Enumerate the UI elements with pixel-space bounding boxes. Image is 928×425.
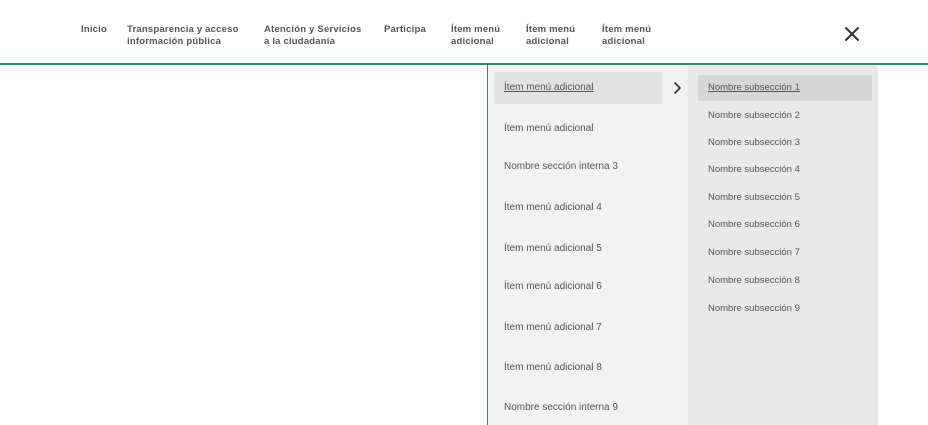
menu-item[interactable]: Ítem menú adicional 5 <box>494 233 662 265</box>
submenu-item[interactable]: Nombre subsección 6 <box>698 212 872 238</box>
submenu-item[interactable]: Nombre subsección 9 <box>698 296 872 322</box>
close-menu-button[interactable] <box>838 20 866 48</box>
menu-column-secondary: Nombre subsección 1 Nombre subsección 2 … <box>688 65 878 425</box>
submenu-item-label: Nombre subsección 1 <box>708 82 800 93</box>
nav-item-label-line1: Ítem menú <box>526 24 576 35</box>
nav-item-label-line2: adicional <box>526 36 569 47</box>
nav-item-label-line2: a la ciudadanía <box>264 36 336 47</box>
nav-item-label-line1: Transparencia y acceso <box>127 24 239 35</box>
submenu-item[interactable]: Nombre subsección 8 <box>698 268 872 294</box>
submenu-item-label: Nombre subsección 7 <box>708 247 800 258</box>
menu-item-label: Ítem menú adicional 8 <box>504 362 602 373</box>
menu-item[interactable]: Ítem menú adicional 8 <box>494 352 662 384</box>
menu-item[interactable]: Ítem menú adicional 4 <box>494 192 662 224</box>
menu-item[interactable]: Nombre sección interna 3 <box>494 151 662 183</box>
submenu-item[interactable]: Nombre subsección 5 <box>698 185 872 211</box>
menu-item[interactable]: Ítem menú adicional <box>494 113 662 145</box>
menu-item-label: Ítem menú adicional <box>504 82 594 93</box>
nav-item-label-line2: adicional <box>451 36 494 47</box>
menu-item-label: Ítem menú adicional <box>504 123 594 134</box>
nav-item-label-line1: Inicio <box>81 24 108 35</box>
menu-item-label: Nombre sección interna 3 <box>504 161 618 172</box>
nav-item-participa[interactable]: Participa <box>384 24 426 36</box>
menu-item-label: Ítem menú adicional 6 <box>504 281 602 292</box>
nav-item-label-line1: Participa <box>384 24 426 35</box>
close-icon <box>845 27 859 41</box>
submenu-item-label: Nombre subsección 9 <box>708 303 800 314</box>
nav-item-label-line1: Ítem menú <box>451 24 501 35</box>
menu-item-label: Ítem menú adicional 5 <box>504 243 602 254</box>
top-navigation-bar: Inicio Transparencia y acceso informació… <box>0 0 928 64</box>
submenu-item[interactable]: Nombre subsección 1 <box>698 75 872 101</box>
nav-item-label-line1: Atención y Servicios <box>264 24 362 35</box>
nav-item-adicional-1[interactable]: Ítem menú adicional <box>451 24 500 48</box>
nav-item-label-line2: información pública <box>127 36 222 47</box>
nav-item-label-line2: adicional <box>602 36 645 47</box>
submenu-item-label: Nombre subsección 6 <box>708 219 800 230</box>
menu-item[interactable]: Nombre sección interna 9 <box>494 392 662 424</box>
nav-item-transparencia[interactable]: Transparencia y acceso información públi… <box>127 24 239 48</box>
menu-item-label: Ítem menú adicional 4 <box>504 202 602 213</box>
nav-item-adicional-3[interactable]: Ítem menú adicional <box>602 24 651 48</box>
menu-item-label: Nombre sección interna 9 <box>504 402 618 413</box>
submenu-item-label: Nombre subsección 5 <box>708 192 800 203</box>
submenu-item[interactable]: Nombre subsección 4 <box>698 157 872 183</box>
nav-item-atencion[interactable]: Atención y Servicios a la ciudadanía <box>264 24 361 48</box>
submenu-item[interactable]: Nombre subsección 2 <box>698 103 872 129</box>
menu-item[interactable]: Ítem menú adicional <box>494 72 662 104</box>
submenu-item-label: Nombre subsección 4 <box>708 164 800 175</box>
submenu-item[interactable]: Nombre subsección 3 <box>698 130 872 156</box>
submenu-item-label: Nombre subsección 8 <box>708 275 800 286</box>
nav-item-label-line1: Ítem menú <box>602 24 652 35</box>
menu-item[interactable]: Ítem menú adicional 7 <box>494 312 662 344</box>
menu-item[interactable]: Ítem menú adicional 6 <box>494 271 662 303</box>
menu-column-primary: Ítem menú adicional Ítem menú adicional … <box>487 65 688 425</box>
chevron-right-icon <box>674 82 681 94</box>
submenu-item-label: Nombre subsección 3 <box>708 137 800 148</box>
nav-item-inicio[interactable]: Inicio <box>81 24 107 36</box>
menu-item-label: Ítem menú adicional 7 <box>504 322 602 333</box>
nav-item-adicional-2[interactable]: Ítem menú adicional <box>526 24 575 48</box>
submenu-item[interactable]: Nombre subsección 7 <box>698 240 872 266</box>
submenu-item-label: Nombre subsección 2 <box>708 110 800 121</box>
